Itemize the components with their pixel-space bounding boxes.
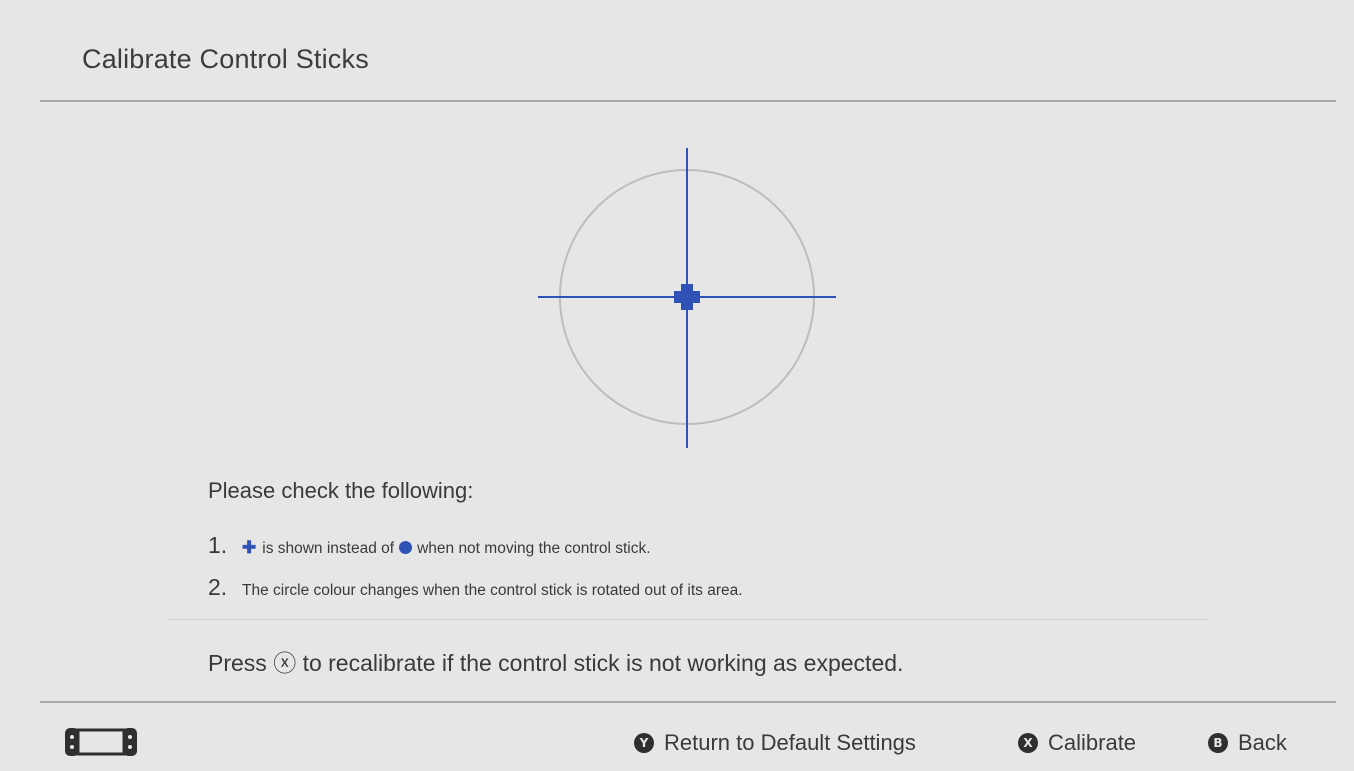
instruction-suffix: to recalibrate if the control stick is n… [302, 650, 904, 676]
x-button-icon: X [1018, 733, 1038, 753]
return-to-default-label: Return to Default Settings [664, 730, 916, 755]
handheld-console-icon [65, 728, 137, 756]
check-item-2: 2. The circle colour changes when the co… [208, 574, 743, 601]
calibrate-label: Calibrate [1048, 730, 1137, 755]
check-list: Please check the following: 1. ✚ is shown… [208, 478, 743, 600]
check-item-1: 1. ✚ is shown instead of when not moving t… [208, 532, 651, 559]
page-title: Calibrate Control Sticks [82, 44, 369, 74]
instruction-prefix: Press [208, 650, 267, 676]
back-button[interactable]: B Back [1208, 728, 1287, 758]
header-divider [40, 100, 1336, 102]
check-text-before: is shown instead of [262, 540, 395, 557]
check-number: 2. [208, 574, 228, 600]
x-button-glyph: ⓧ [273, 650, 297, 676]
back-label: Back [1238, 730, 1287, 755]
stick-calibration-display [538, 148, 836, 448]
plus-icon: ✚ [242, 538, 257, 557]
check-number: 1. [208, 532, 228, 558]
check-heading: Please check the following: [208, 478, 474, 503]
stick-position-plus-icon [674, 284, 700, 310]
section-divider [168, 619, 1208, 620]
footer-divider [40, 701, 1336, 703]
check-text: The circle colour changes when the contr… [242, 582, 743, 599]
dot-icon [399, 541, 413, 554]
b-button-icon: B [1208, 733, 1228, 753]
check-text-after: when not moving the control stick. [417, 540, 651, 557]
calibrate-button[interactable]: X Calibrate [1018, 728, 1136, 758]
recalibrate-instruction: Press ⓧ to recalibrate if the control st… [208, 644, 903, 678]
return-to-default-button[interactable]: Y Return to Default Settings [634, 728, 916, 758]
y-button-icon: Y [634, 733, 654, 753]
